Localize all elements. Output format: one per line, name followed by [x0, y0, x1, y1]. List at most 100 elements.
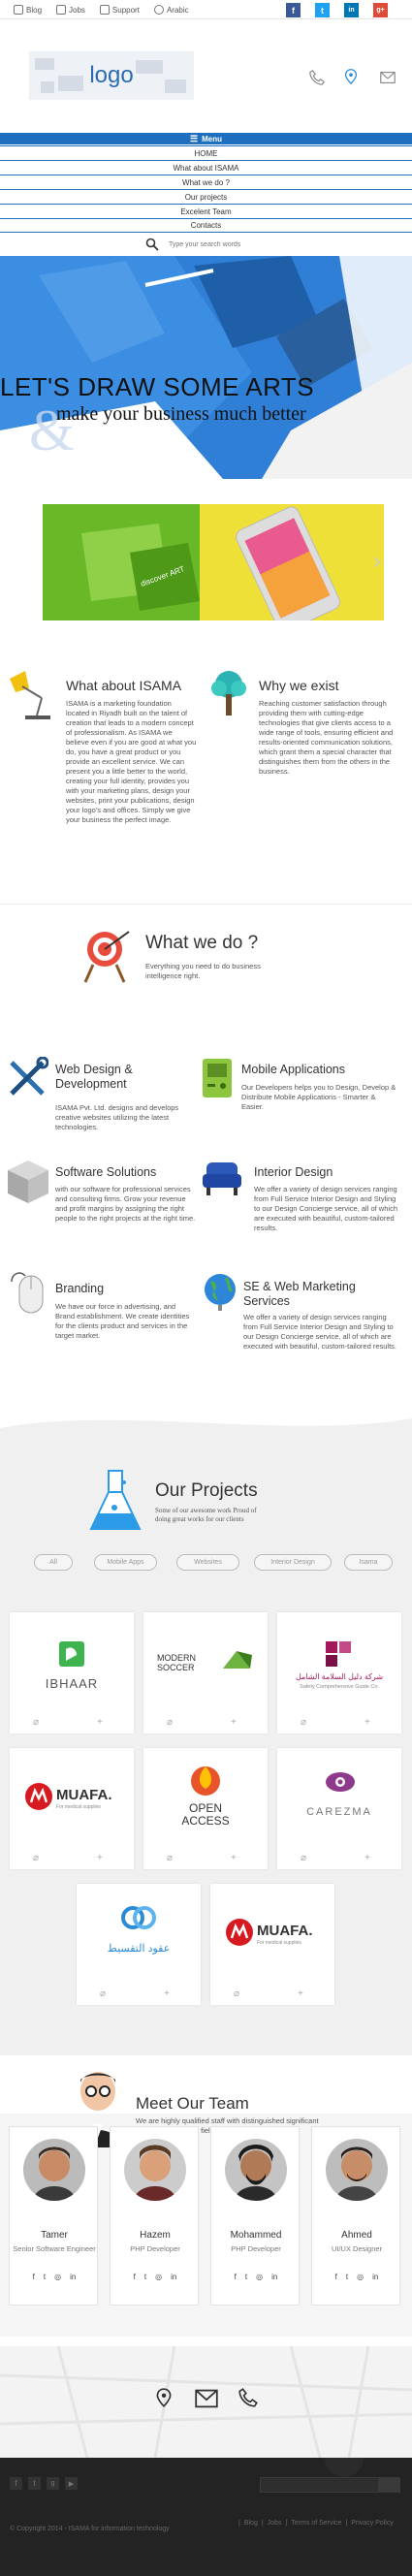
facebook-icon[interactable]: f [335, 2273, 337, 2281]
service-seo-title: SE & Web Marketing Services [243, 1280, 356, 1308]
instagram-icon[interactable]: ◎ [155, 2273, 162, 2281]
link-icon[interactable]: ⌀ [234, 1988, 239, 1999]
filter-isama[interactable]: Isama [344, 1554, 393, 1571]
linkedin-icon[interactable]: in [344, 3, 359, 17]
search-input[interactable] [169, 240, 295, 248]
nav-item-home[interactable]: HOME [0, 145, 412, 160]
team-member-role: Senior Software Engineer [13, 2244, 96, 2253]
zoom-plus-icon[interactable]: + [364, 1853, 370, 1863]
service-interior-title: Interior Design [254, 1165, 333, 1179]
facebook-icon[interactable]: f [286, 3, 301, 17]
services-title: What we do ? [145, 933, 259, 953]
tools-icon [10, 1057, 48, 1096]
project-card[interactable]: شركة دليل السلامة الشامل Safety Comprehe… [277, 1612, 401, 1733]
facebook-icon[interactable]: f [33, 2273, 35, 2281]
instagram-icon[interactable]: ◎ [357, 2273, 364, 2281]
link-icon[interactable]: ⌀ [167, 1853, 173, 1863]
nav-item-contacts[interactable]: Contacts [0, 218, 412, 233]
location-icon[interactable] [342, 68, 360, 85]
zoom-plus-icon[interactable]: + [231, 1853, 237, 1863]
project-logo: MUAFA. For medical supplies [216, 1890, 329, 1983]
nav-item-about[interactable]: What about ISAMA [0, 160, 412, 175]
topbar-jobs-link[interactable]: Jobs [56, 0, 85, 19]
twitter-icon[interactable]: t [315, 3, 330, 17]
filter-all[interactable]: All [34, 1554, 73, 1571]
twitter-icon[interactable]: t [346, 2273, 348, 2281]
google-plus-icon[interactable]: g+ [373, 3, 388, 17]
footer-social: f t g ▶ [10, 2477, 78, 2490]
footer-link-privacy[interactable]: Privacy Policy [351, 2520, 394, 2527]
project-card[interactable]: عقود التقسيط ⌀ + [77, 1884, 201, 2005]
topbar-support-link[interactable]: Support [99, 0, 140, 19]
twitter-icon[interactable]: t [144, 2273, 146, 2281]
link-icon[interactable]: ⌀ [167, 1717, 173, 1728]
mail-icon[interactable] [195, 2389, 218, 2408]
phone-icon[interactable] [308, 69, 326, 86]
logo-text: logo [89, 62, 134, 88]
zoom-plus-icon[interactable]: + [97, 1717, 103, 1728]
zoom-plus-icon[interactable]: + [364, 1717, 370, 1728]
google-plus-icon[interactable]: g [47, 2477, 59, 2490]
projects-subtitle: Some of our awesome work Proud of doing … [155, 1507, 257, 1523]
filter-interior-design[interactable]: Interior Design [254, 1554, 332, 1571]
projects-wave [0, 1411, 412, 1428]
zoom-plus-icon[interactable]: + [97, 1853, 103, 1863]
service-software-text: with our software for professional servi… [55, 1185, 196, 1223]
link-icon[interactable]: ⌀ [301, 1853, 306, 1863]
project-card[interactable]: OPEN ACCESS ⌀ + [143, 1748, 268, 1869]
topbar-blog-link[interactable]: Blog [14, 0, 42, 19]
linkedin-icon[interactable]: in [70, 2273, 76, 2281]
slide-green[interactable]: discover ART [43, 504, 200, 620]
hero-tagline: make your business much better [56, 403, 306, 425]
team-member-name: Hazem [140, 2230, 171, 2241]
linkedin-icon[interactable]: in [171, 2273, 176, 2281]
footer-link-blog[interactable]: Blog [244, 2520, 258, 2527]
chevron-right-icon[interactable]: › [373, 548, 381, 575]
location-icon[interactable] [153, 2387, 174, 2408]
twitter-icon[interactable]: t [44, 2273, 46, 2281]
nav-item-projects[interactable]: Our projects [0, 189, 412, 204]
footer-link-terms[interactable]: Terms of Service [291, 2520, 341, 2527]
project-card[interactable]: MODERN SOCCER ⌀ + [143, 1612, 268, 1733]
search-icon[interactable] [145, 238, 159, 251]
filter-mobile-apps[interactable]: Mobile Apps [94, 1554, 157, 1571]
filter-websites[interactable]: Websites [176, 1554, 239, 1571]
nav-item-services[interactable]: What we do ? [0, 175, 412, 189]
why-title: Why we exist [259, 678, 339, 693]
link-icon[interactable]: ⌀ [301, 1717, 306, 1728]
project-card[interactable]: MUAFA. For medical supplies ⌀ + [10, 1748, 134, 1869]
facebook-icon[interactable]: f [10, 2477, 22, 2490]
mail-icon[interactable] [379, 69, 396, 86]
project-card[interactable]: MUAFA. For medical supplies ⌀ + [210, 1884, 334, 2005]
menu-toggle[interactable]: ☰ Menu [0, 133, 412, 144]
newsletter-input[interactable] [265, 2480, 371, 2491]
linkedin-icon[interactable]: in [271, 2273, 277, 2281]
youtube-icon[interactable]: ▶ [65, 2477, 78, 2490]
desk-lamp-icon [10, 671, 50, 719]
slide-yellow[interactable] [200, 504, 384, 620]
logo[interactable]: logo [29, 47, 194, 105]
scroll-top-button[interactable] [325, 2458, 364, 2477]
zoom-plus-icon[interactable]: + [298, 1988, 303, 1999]
topbar-arabic-link[interactable]: Arabic [153, 0, 189, 19]
newsletter-submit-button[interactable] [378, 2478, 399, 2492]
flask-icon [89, 1470, 142, 1530]
footer-link-jobs[interactable]: Jobs [268, 2520, 282, 2527]
link-icon[interactable]: ⌀ [33, 1717, 39, 1728]
instagram-icon[interactable]: ◎ [54, 2273, 61, 2281]
project-logo: OPEN ACCESS [149, 1754, 262, 1847]
phone-icon[interactable] [238, 2387, 259, 2408]
project-card[interactable]: CAREZMA ⌀ + [277, 1748, 401, 1869]
zoom-plus-icon[interactable]: + [231, 1717, 237, 1728]
linkedin-icon[interactable]: in [372, 2273, 378, 2281]
instagram-icon[interactable]: ◎ [256, 2273, 263, 2281]
facebook-icon[interactable]: f [134, 2273, 136, 2281]
twitter-icon[interactable]: t [245, 2273, 247, 2281]
nav-item-team[interactable]: Excelent Team [0, 204, 412, 218]
twitter-icon[interactable]: t [28, 2477, 41, 2490]
link-icon[interactable]: ⌀ [100, 1988, 106, 1999]
zoom-plus-icon[interactable]: + [164, 1988, 170, 1999]
project-card[interactable]: IBHAAR ⌀ + [10, 1612, 134, 1733]
facebook-icon[interactable]: f [235, 2273, 237, 2281]
link-icon[interactable]: ⌀ [33, 1853, 39, 1863]
